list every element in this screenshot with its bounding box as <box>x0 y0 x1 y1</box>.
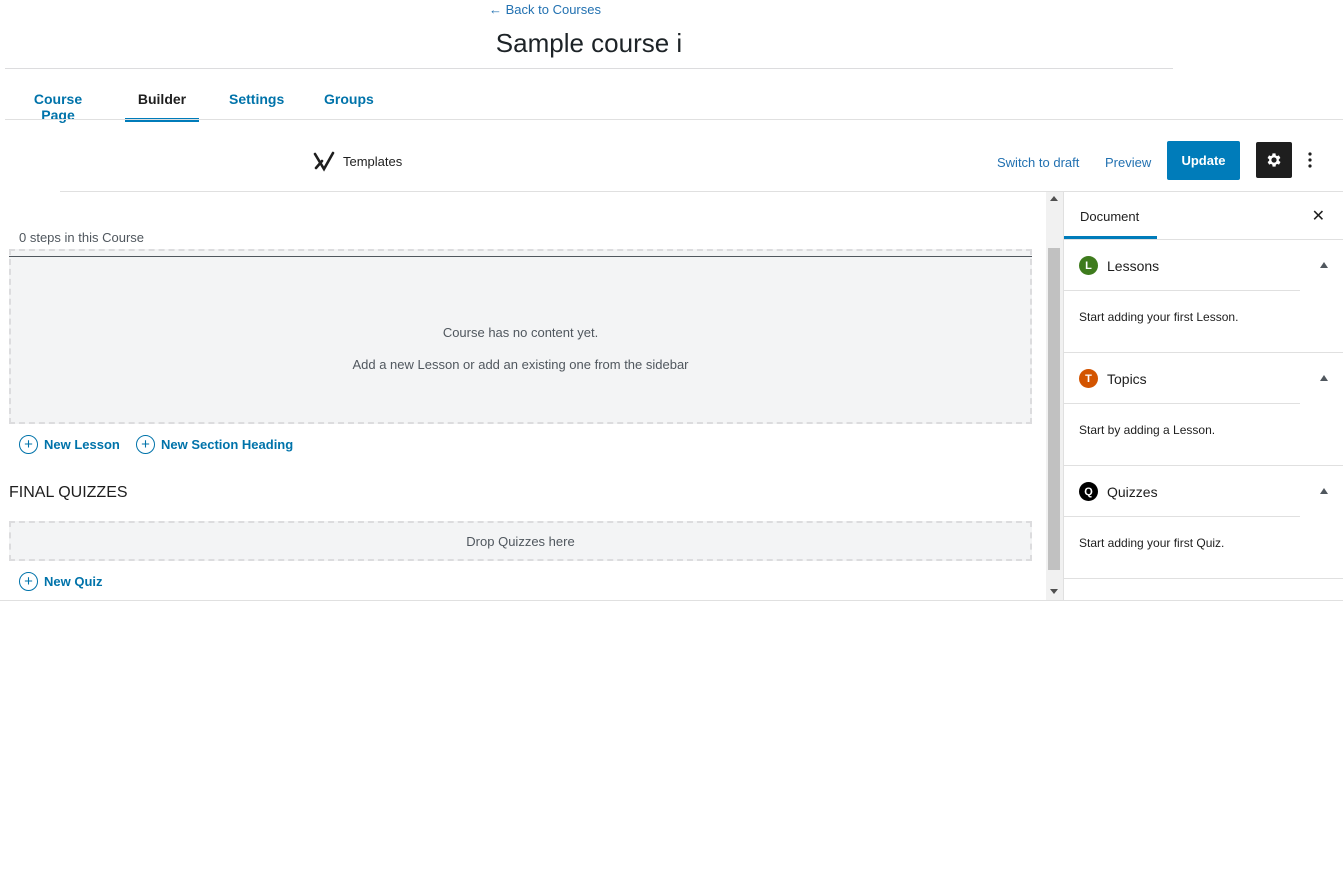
preview-button[interactable]: Preview <box>1105 155 1151 170</box>
quizzes-panel: Q Quizzes Start adding your first Quiz. <box>1064 466 1343 579</box>
quiz-dropzone[interactable]: Drop Quizzes here <box>9 521 1032 561</box>
update-button[interactable]: Update <box>1167 141 1240 180</box>
scroll-thumb[interactable] <box>1048 248 1060 570</box>
templates-label: Templates <box>343 153 403 169</box>
new-lesson-button[interactable]: + New Lesson <box>19 435 120 454</box>
topic-badge-icon: T <box>1079 369 1098 388</box>
drop-quizzes-label: Drop Quizzes here <box>466 533 575 549</box>
lessons-panel-toggle[interactable]: L Lessons <box>1064 240 1343 290</box>
tab-document[interactable]: Document <box>1064 192 1157 240</box>
steps-divider <box>9 256 1032 257</box>
tab-builder[interactable]: Builder <box>125 76 199 122</box>
builder-main: 0 steps in this Course Course has no con… <box>0 192 1046 600</box>
templates-logo-icon <box>313 151 335 172</box>
lessons-panel-body: Start adding your first Lesson. <box>1079 310 1239 324</box>
new-section-heading-button[interactable]: + New Section Heading <box>136 435 293 454</box>
tab-groups[interactable]: Groups <box>324 76 374 122</box>
lesson-badge-icon: L <box>1079 256 1098 275</box>
panel-divider <box>1064 290 1300 291</box>
scroll-down-arrow-icon[interactable] <box>1050 589 1058 594</box>
quiz-badge-icon: Q <box>1079 482 1098 501</box>
caret-up-icon <box>1320 375 1328 381</box>
new-lesson-label: New Lesson <box>44 437 120 452</box>
plus-circle-icon: + <box>19 572 38 591</box>
page-title: Sample course i <box>495 28 683 58</box>
gear-icon <box>1267 153 1281 167</box>
steps-count: 0 steps in this Course <box>19 230 145 245</box>
lessons-panel-title: Lessons <box>1107 258 1160 274</box>
new-quiz-label: New Quiz <box>44 574 103 589</box>
close-icon[interactable]: ✕ <box>1312 206 1325 226</box>
title-divider <box>5 68 1173 69</box>
tab-course-page[interactable]: Course Page <box>20 76 96 123</box>
editor-toolbar: Templates Switch to draft Preview Update <box>0 120 1343 192</box>
final-quizzes-heading: FINAL QUIZZES <box>9 484 128 501</box>
panel-divider <box>1064 403 1300 404</box>
course-builder-page: ← Back to Courses Sample course i Course… <box>0 0 1343 890</box>
caret-up-icon <box>1320 488 1328 494</box>
scroll-up-arrow-icon[interactable] <box>1050 196 1058 201</box>
switch-to-draft-button[interactable]: Switch to draft <box>997 155 1079 170</box>
empty-message: Course has no content yet. <box>442 325 599 340</box>
course-content-dropzone[interactable]: Course has no content yet. Add a new Les… <box>9 249 1032 424</box>
tab-settings[interactable]: Settings <box>229 76 284 122</box>
vertical-ellipsis-icon <box>1308 152 1312 168</box>
new-quiz-button[interactable]: + New Quiz <box>19 572 103 591</box>
builder-scrollbar[interactable] <box>1046 192 1063 600</box>
topics-panel-toggle[interactable]: T Topics <box>1064 353 1343 403</box>
templates-button[interactable]: Templates <box>313 150 402 172</box>
caret-up-icon <box>1320 262 1328 268</box>
quizzes-panel-title: Quizzes <box>1107 484 1158 500</box>
plus-circle-icon: + <box>136 435 155 454</box>
quizzes-panel-toggle[interactable]: Q Quizzes <box>1064 466 1343 516</box>
panel-divider <box>1064 516 1300 517</box>
editor-bottom-divider <box>0 600 1343 601</box>
back-to-courses-link[interactable]: ← Back to Courses <box>489 2 601 17</box>
topics-panel-body: Start by adding a Lesson. <box>1079 423 1216 437</box>
settings-button[interactable] <box>1256 142 1292 178</box>
plus-circle-icon: + <box>19 435 38 454</box>
topics-panel: T Topics Start by adding a Lesson. <box>1064 353 1343 466</box>
tab-bar: Course Page Builder Settings Groups <box>5 76 1343 123</box>
lessons-panel: L Lessons Start adding your first Lesson… <box>1064 240 1343 353</box>
new-section-heading-label: New Section Heading <box>161 437 294 452</box>
topics-panel-title: Topics <box>1107 371 1147 387</box>
more-options-button[interactable] <box>1300 142 1320 178</box>
document-sidebar: Document ✕ L Lessons Start adding your f… <box>1063 192 1343 600</box>
quizzes-panel-body: Start adding your first Quiz. <box>1079 536 1225 550</box>
empty-hint: Add a new Lesson or add an existing one … <box>352 357 689 372</box>
